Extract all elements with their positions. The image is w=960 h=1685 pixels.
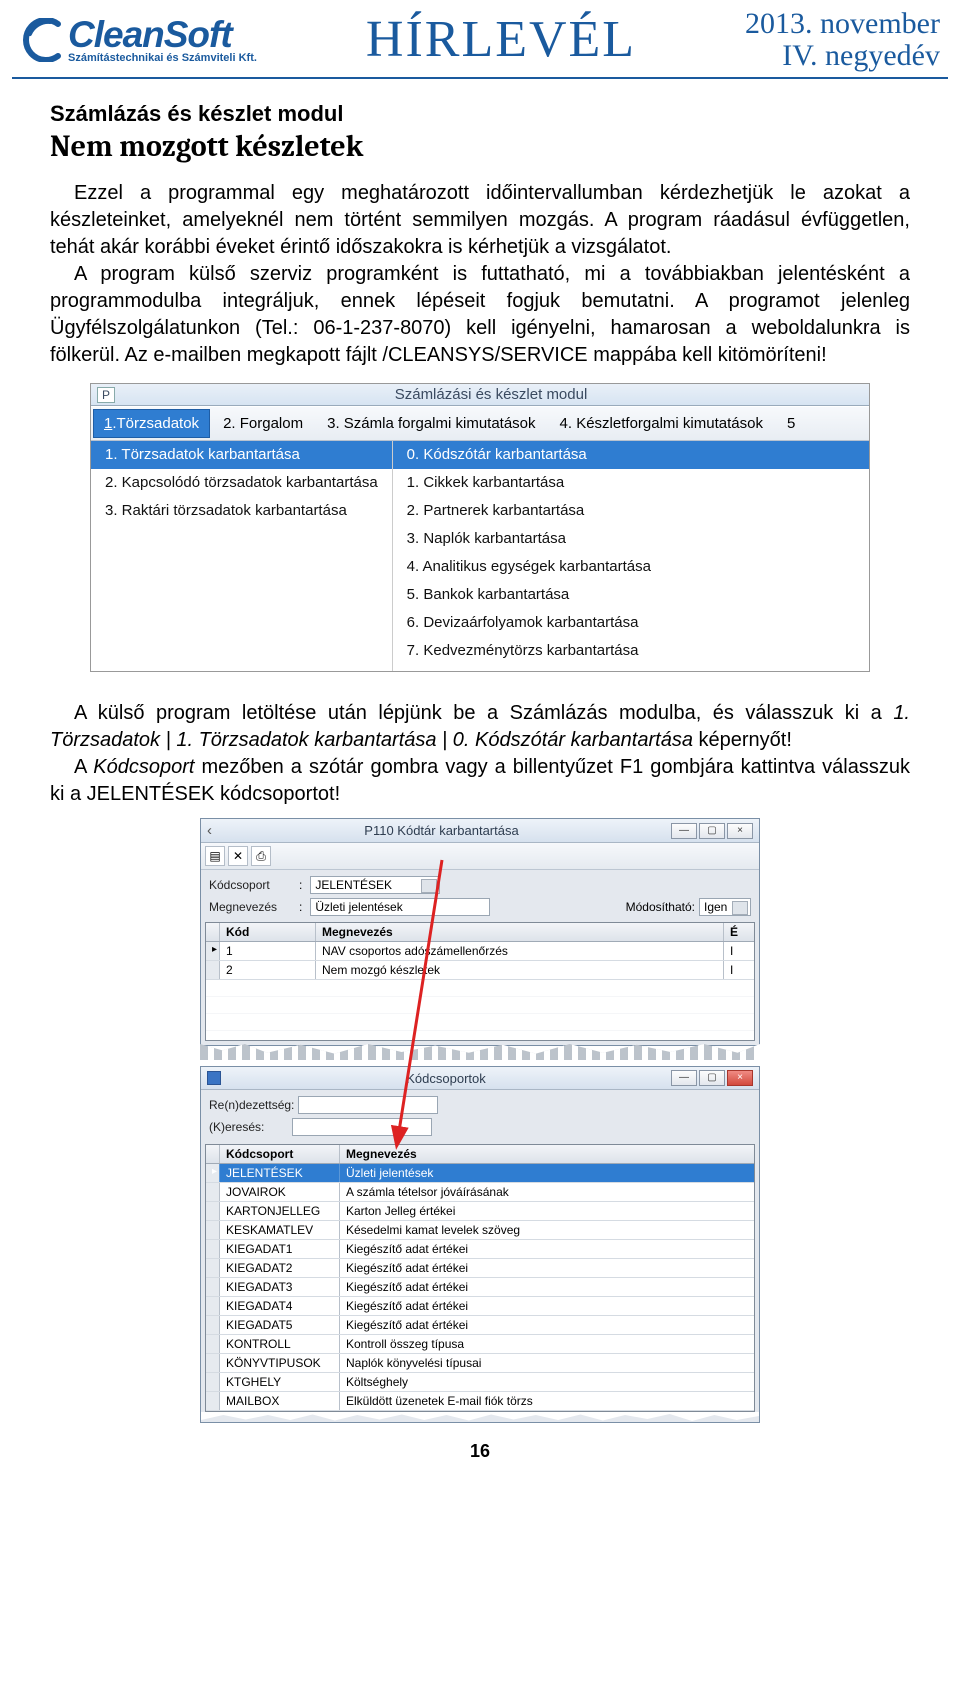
menu-kapcsolodo-torzsadatok[interactable]: 2. Kapcsolódó törzsadatok karbantartása	[91, 469, 392, 497]
field-kodcsoport[interactable]: JELENTÉSEK	[310, 876, 440, 894]
window-icon	[207, 1071, 221, 1085]
section-label: Számlázás és készlet modul	[50, 101, 910, 127]
logo: CleanSoft Számítástechnikai és Számvitel…	[20, 16, 257, 64]
kodtar-toolbar: ▤ ✕ ⎙	[201, 843, 759, 870]
label-kodcsoport: Kódcsoport	[209, 878, 295, 892]
th-e: É	[724, 923, 754, 941]
menubar: 1.Törzsadatok 2. Forgalom 3. Számla forg…	[91, 406, 869, 441]
th-kodcsoport: Kódcsoport	[220, 1145, 340, 1163]
submenu-right: 0. Kódszótár karbantartása 1. Cikkek kar…	[393, 441, 869, 671]
kodcsoportok-table: Kódcsoport Megnevezés ▸JELENTÉSEKÜzleti …	[205, 1144, 755, 1412]
submenu-left: 1. Törzsadatok karbantartása 2. Kapcsoló…	[91, 441, 393, 671]
label-kereses: (K)eresés:	[209, 1120, 264, 1134]
body-text-2: A külső program letöltése után lépjünk b…	[50, 700, 910, 808]
table-row[interactable]: 2 Nem mozgó készletek I	[206, 961, 754, 980]
label-megnevezes: Megnevezés	[209, 900, 295, 914]
app-icon: P	[97, 387, 115, 403]
th-megnevezes: Megnevezés	[316, 923, 724, 941]
logo-icon	[20, 18, 64, 62]
menu-partnerek[interactable]: 2. Partnerek karbantartása	[393, 497, 869, 525]
tab-keszlet-kimutatasok[interactable]: 4. Készletforgalmi kimutatások	[549, 409, 774, 438]
menu-bankok[interactable]: 5. Bankok karbantartása	[393, 581, 869, 609]
kodtar-table: Kód Megnevezés É ▸ 1 NAV csoportos adósz…	[205, 922, 755, 1041]
table-row[interactable]: KESKAMATLEVKésedelmi kamat levelek szöve…	[206, 1221, 754, 1240]
menu-analitikus[interactable]: 4. Analitikus egységek karbantartása	[393, 553, 869, 581]
field-kereses[interactable]	[292, 1118, 432, 1136]
window-titlebar: P Számlázási és készlet modul	[91, 384, 869, 406]
screenshot-kodcsoportok: Kódcsoportok — ▢ × Re(n)dezettség: (K)er…	[200, 1066, 760, 1423]
window-buttons: — ▢ ×	[671, 1070, 753, 1086]
screenshot-menu: P Számlázási és készlet modul 1.Törzsada…	[90, 383, 870, 672]
table-row[interactable]: KONTROLLKontroll összeg típusa	[206, 1335, 754, 1354]
close-button[interactable]: ×	[727, 823, 753, 839]
kodtar-title: P110 Kódtár karbantartása	[212, 823, 671, 838]
window-title: Számlázási és készlet modul	[119, 386, 863, 403]
kodcsoportok-title: Kódcsoportok	[221, 1071, 671, 1086]
minimize-button[interactable]: —	[671, 823, 697, 839]
tab-szamla-kimutatasok[interactable]: 3. Számla forgalmi kimutatások	[316, 409, 546, 438]
menu-torzsadatok-karbantartasa[interactable]: 1. Törzsadatok karbantartása	[91, 441, 392, 469]
kodcsoportok-titlebar: Kódcsoportok — ▢ ×	[201, 1067, 759, 1090]
logo-subtitle: Számítástechnikai és Számviteli Kft.	[68, 53, 257, 64]
toolbar-print-icon[interactable]: ⎙	[251, 846, 271, 866]
field-megnevezes[interactable]: Üzleti jelentések	[310, 898, 490, 916]
logo-name: CleanSoft	[68, 16, 257, 53]
table-row[interactable]: KIEGADAT1Kiegészítő adat értékei	[206, 1240, 754, 1259]
toolbar-delete-icon[interactable]: ✕	[228, 846, 248, 866]
menu-cikkek[interactable]: 1. Cikkek karbantartása	[393, 469, 869, 497]
table-row[interactable]: KIEGADAT3Kiegészítő adat értékei	[206, 1278, 754, 1297]
ragged-bottom	[201, 1412, 759, 1422]
table-row[interactable]: KTGHELYKöltséghely	[206, 1373, 754, 1392]
minimize-button[interactable]: —	[671, 1070, 697, 1086]
menu-kedvezmeny[interactable]: 7. Kedvezménytörzs karbantartása	[393, 637, 869, 665]
table-row[interactable]: ▸ 1 NAV csoportos adószámellenőrzés I	[206, 942, 754, 961]
field-modosithato[interactable]: Igen	[699, 898, 751, 916]
table-row[interactable]: KÖNYVTIPUSOKNaplók könyvelési típusai	[206, 1354, 754, 1373]
table-row[interactable]: KARTONJELLEGKarton Jelleg értékei	[206, 1202, 754, 1221]
close-button[interactable]: ×	[727, 1070, 753, 1086]
newsletter-header: CleanSoft Számítástechnikai és Számvitel…	[0, 0, 960, 71]
label-rendezettseg: Re(n)dezettség:	[209, 1098, 294, 1112]
maximize-button[interactable]: ▢	[699, 1070, 725, 1086]
page-number: 16	[0, 1441, 960, 1462]
torn-edge	[200, 1044, 760, 1060]
toolbar-save-icon[interactable]: ▤	[205, 846, 225, 866]
header-rule	[12, 77, 948, 79]
tab-5[interactable]: 5	[776, 409, 806, 438]
table-row[interactable]: KIEGADAT5Kiegészítő adat értékei	[206, 1316, 754, 1335]
menu-naplok[interactable]: 3. Naplók karbantartása	[393, 525, 869, 553]
field-rendezettseg[interactable]	[298, 1096, 438, 1114]
tab-torzsadatok[interactable]: 1.Törzsadatok	[93, 409, 210, 438]
table-row[interactable]: MAILBOXElküldött üzenetek E-mail fiók tö…	[206, 1392, 754, 1411]
maximize-button[interactable]: ▢	[699, 823, 725, 839]
table-row[interactable]: JOVAIROKA számla tételsor jóváírásának	[206, 1183, 754, 1202]
table-row[interactable]: KIEGADAT4Kiegészítő adat értékei	[206, 1297, 754, 1316]
th-megnevezes: Megnevezés	[340, 1145, 754, 1163]
menu-deviza[interactable]: 6. Devizaárfolyamok karbantartása	[393, 609, 869, 637]
kodtar-titlebar: ‹ P110 Kódtár karbantartása — ▢ ×	[201, 819, 759, 843]
table-row[interactable]: KIEGADAT2Kiegészítő adat értékei	[206, 1259, 754, 1278]
screenshot-kodtar: ‹ P110 Kódtár karbantartása — ▢ × ▤ ✕ ⎙ …	[200, 818, 760, 1060]
label-modosithato: Módosítható:	[626, 900, 695, 914]
table-row[interactable]: ▸JELENTÉSEKÜzleti jelentések	[206, 1164, 754, 1183]
tab-forgalom[interactable]: 2. Forgalom	[212, 409, 314, 438]
body-text-1: Ezzel a programmal egy meghatározott idő…	[50, 180, 910, 369]
newsletter-title: HÍRLEVÉL	[366, 10, 636, 69]
menu-kodszotar[interactable]: 0. Kódszótár karbantartása	[393, 441, 869, 469]
issue-date: 2013. november IV. negyedév	[745, 8, 940, 71]
menu-raktari-torzsadatok[interactable]: 3. Raktári törzsadatok karbantartása	[91, 497, 392, 525]
window-buttons: — ▢ ×	[671, 823, 753, 839]
article-title: Nem mozgott készletek	[50, 129, 910, 164]
th-kod: Kód	[220, 923, 316, 941]
